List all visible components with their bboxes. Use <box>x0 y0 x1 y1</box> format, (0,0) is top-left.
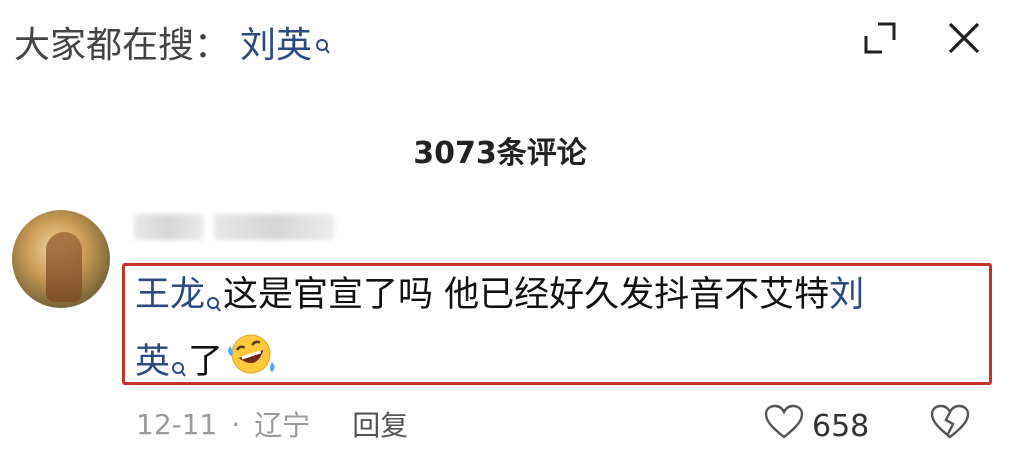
search-icon[interactable] <box>171 340 187 397</box>
search-icon[interactable] <box>206 275 222 332</box>
comment-meta: 12-11 · 辽宁 回复 <box>136 404 408 444</box>
heart-icon[interactable] <box>764 404 804 448</box>
username-redacted <box>134 212 344 242</box>
meta-separator: · <box>231 407 241 441</box>
comment-body-line2: 了 <box>188 342 224 382</box>
trending-search-bar[interactable]: 大家都在搜： 刘英 <box>14 14 331 70</box>
mention-link[interactable]: 王龙 <box>135 275 205 315</box>
redaction-block <box>134 214 204 240</box>
broken-heart-icon[interactable] <box>930 404 970 444</box>
comment-count-title: 3073条评论 <box>413 136 587 171</box>
trending-search-keyword[interactable]: 刘英 <box>240 16 312 68</box>
redaction-block <box>214 214 334 240</box>
like-button[interactable]: 658 <box>764 404 869 448</box>
comment-text: 王龙 这是官宣了吗 他已经好久发抖音不艾特刘英了 <box>135 267 985 397</box>
avatar-figure <box>46 232 82 302</box>
header-actions <box>860 14 984 62</box>
like-count: 658 <box>812 408 870 444</box>
comment-body-line1: 这是官宣了吗 他已经好久发抖音不艾特 <box>223 275 830 315</box>
comment-location: 辽宁 <box>254 409 311 442</box>
comment-date: 12-11 <box>136 407 218 441</box>
mention-link[interactable]: 刘 <box>829 275 864 315</box>
laughing-emoji-icon <box>225 332 277 394</box>
trending-search-prefix: 大家都在搜： <box>14 25 231 66</box>
reply-button[interactable]: 回复 <box>352 404 408 444</box>
search-icon[interactable] <box>315 24 331 65</box>
avatar[interactable] <box>12 210 110 308</box>
close-icon[interactable] <box>944 18 984 58</box>
mention-link-continued[interactable]: 英 <box>135 342 170 382</box>
expand-icon[interactable] <box>860 18 900 58</box>
